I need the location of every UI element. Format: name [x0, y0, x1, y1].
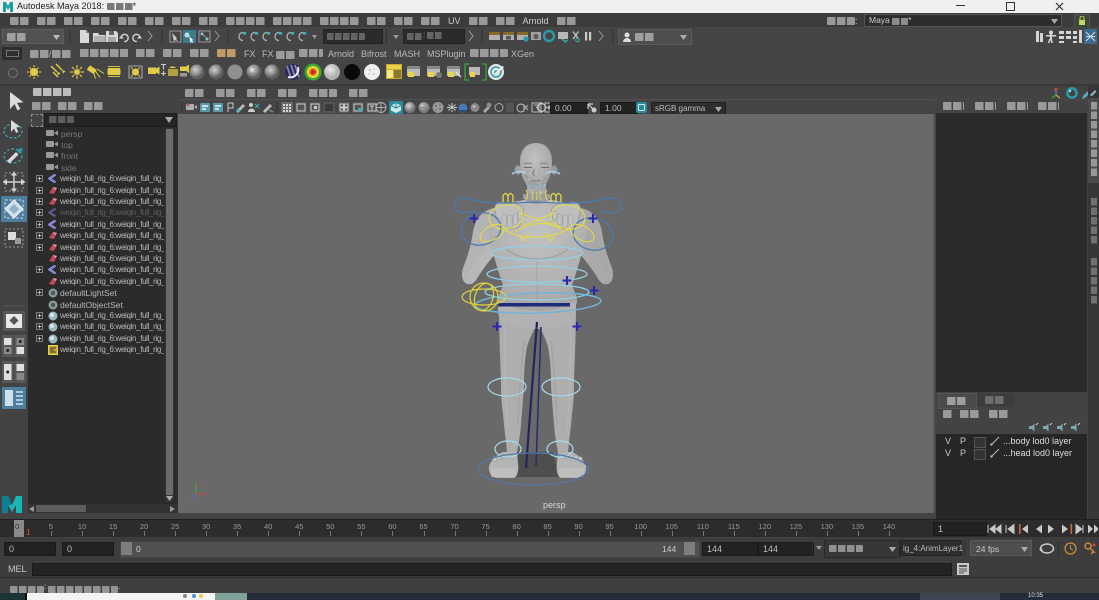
svg-text:x: x — [199, 483, 202, 489]
